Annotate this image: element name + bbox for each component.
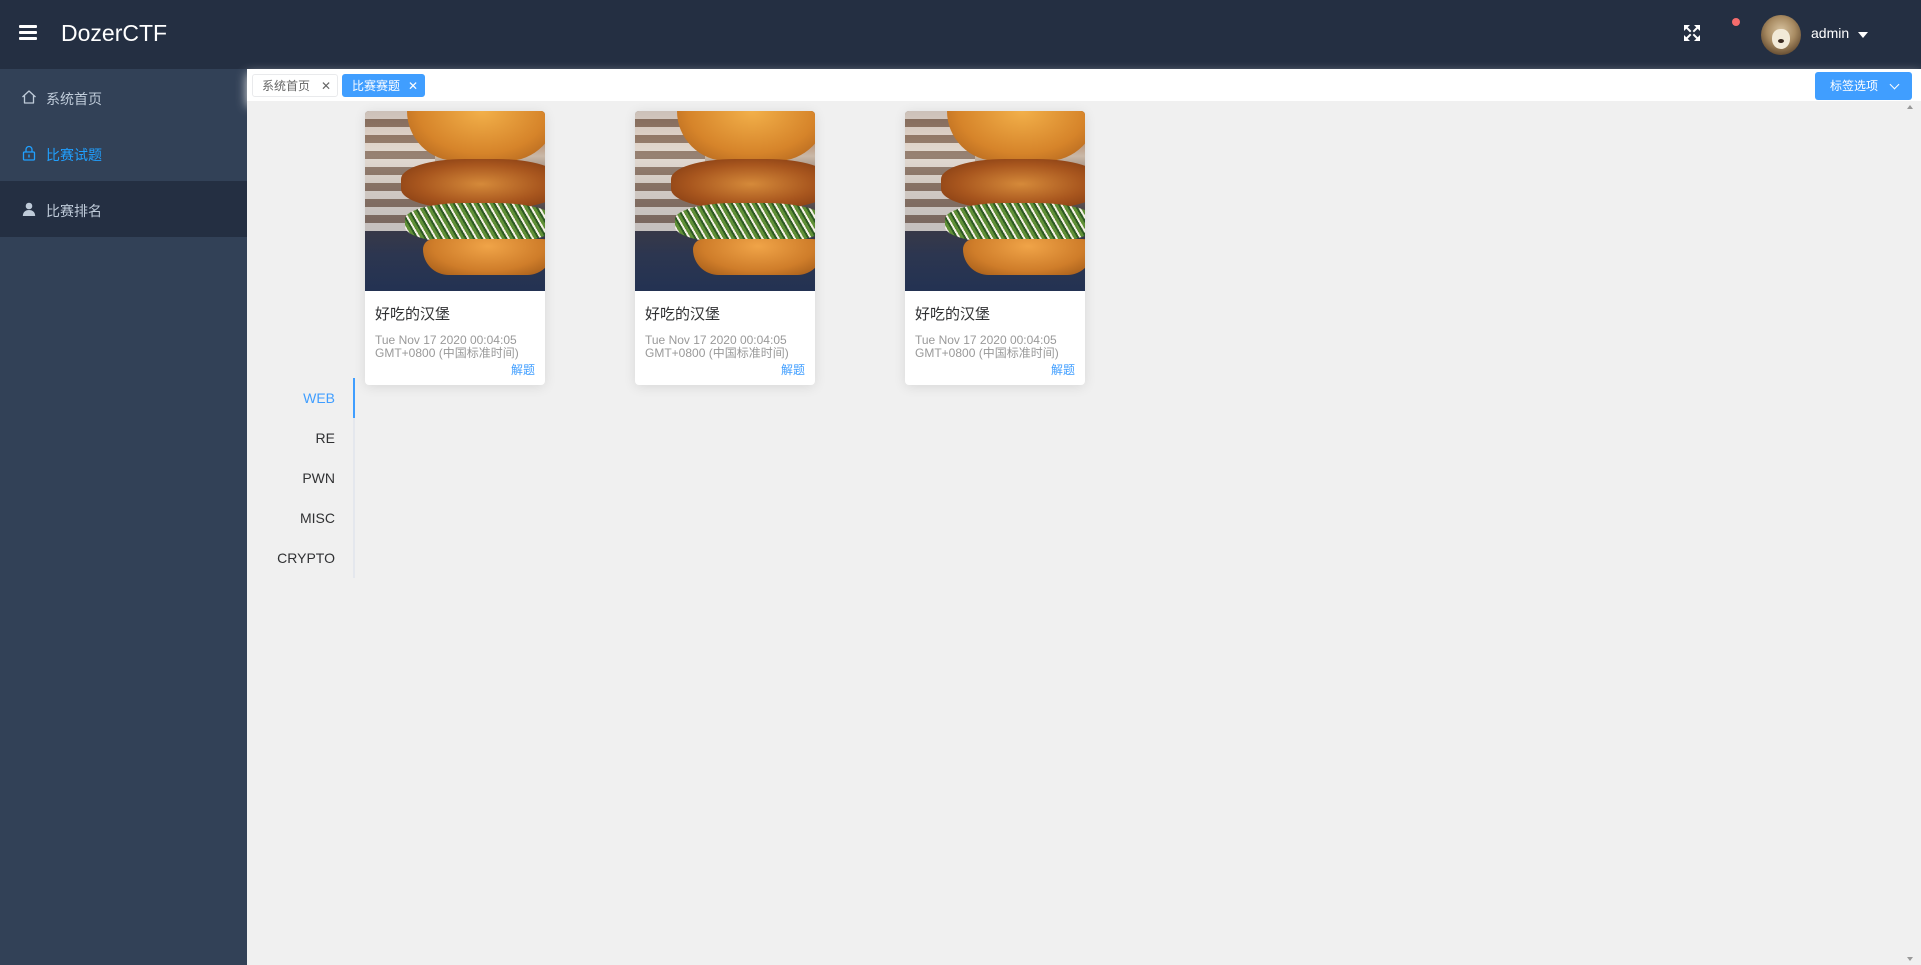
tag-challenges[interactable]: 比赛赛题 ✕ bbox=[342, 74, 425, 97]
sidebar: 系统首页 比赛试题 比赛排名 bbox=[0, 69, 247, 965]
lock-icon bbox=[22, 145, 36, 161]
challenge-title: 好吃的汉堡 bbox=[645, 306, 721, 323]
solve-link[interactable]: 解题 bbox=[1051, 361, 1075, 378]
challenge-title: 好吃的汉堡 bbox=[915, 306, 991, 323]
burger-image bbox=[905, 111, 1085, 291]
collapse-menu-icon[interactable] bbox=[19, 25, 37, 41]
tag-label: 系统首页 bbox=[262, 79, 311, 93]
tag-options-button[interactable]: 标签选项 bbox=[1815, 72, 1912, 100]
avatar[interactable] bbox=[1761, 15, 1801, 55]
category-active-indicator bbox=[353, 378, 355, 418]
sidebar-item-label: 比赛试题 bbox=[46, 147, 102, 163]
burger-image bbox=[635, 111, 815, 291]
scroll-down-arrow[interactable] bbox=[1907, 957, 1913, 961]
tab-pwn[interactable]: PWN bbox=[302, 470, 335, 486]
burger-image bbox=[365, 111, 545, 291]
sidebar-item-ranking[interactable]: 比赛排名 bbox=[0, 181, 247, 237]
tab-web[interactable]: WEB bbox=[303, 390, 335, 406]
challenge-card[interactable]: 好吃的汉堡 Tue Nov 17 2020 00:04:05 GMT+0800 … bbox=[365, 111, 545, 385]
sidebar-item-label: 系统首页 bbox=[46, 91, 102, 107]
challenge-title: 好吃的汉堡 bbox=[375, 306, 451, 323]
challenge-card[interactable]: 好吃的汉堡 Tue Nov 17 2020 00:04:05 GMT+0800 … bbox=[905, 111, 1085, 385]
tag-label: 比赛赛题 bbox=[352, 79, 401, 93]
challenge-time: Tue Nov 17 2020 00:04:05 GMT+0800 (中国标准时… bbox=[915, 333, 1059, 360]
solve-link[interactable]: 解题 bbox=[511, 361, 535, 378]
challenge-time: Tue Nov 17 2020 00:04:05 GMT+0800 (中国标准时… bbox=[375, 333, 519, 360]
user-icon bbox=[22, 202, 36, 216]
tags-bar: 系统首页 ✕ 比赛赛题 ✕ 标签选项 bbox=[247, 69, 1921, 101]
solve-link[interactable]: 解题 bbox=[781, 361, 805, 378]
category-tabs: WEB RE PWN MISC CRYPTO bbox=[265, 378, 355, 578]
tab-re[interactable]: RE bbox=[316, 430, 335, 446]
tag-home[interactable]: 系统首页 ✕ bbox=[252, 74, 338, 97]
close-icon[interactable]: ✕ bbox=[408, 75, 418, 98]
challenge-card[interactable]: 好吃的汉堡 Tue Nov 17 2020 00:04:05 GMT+0800 … bbox=[635, 111, 815, 385]
close-icon[interactable]: ✕ bbox=[321, 75, 331, 98]
sidebar-item-label: 比赛排名 bbox=[46, 203, 102, 219]
tab-crypto[interactable]: CRYPTO bbox=[277, 550, 335, 566]
app-title: DozerCTF bbox=[61, 20, 168, 46]
fullscreen-icon[interactable] bbox=[1683, 24, 1701, 42]
challenge-time: Tue Nov 17 2020 00:04:05 GMT+0800 (中国标准时… bbox=[645, 333, 789, 360]
tab-misc[interactable]: MISC bbox=[300, 510, 335, 526]
home-icon bbox=[22, 90, 36, 104]
tag-options-label: 标签选项 bbox=[1830, 79, 1879, 93]
user-name[interactable]: admin bbox=[1811, 25, 1849, 41]
top-header: DozerCTF admin bbox=[0, 0, 1921, 69]
sidebar-item-challenges[interactable]: 比赛试题 bbox=[0, 125, 247, 181]
chevron-down-icon bbox=[1889, 79, 1900, 90]
caret-down-icon[interactable] bbox=[1858, 32, 1868, 38]
sidebar-item-home[interactable]: 系统首页 bbox=[0, 69, 247, 125]
scroll-up-arrow[interactable] bbox=[1907, 105, 1913, 109]
main-content: WEB RE PWN MISC CRYPTO 好吃的汉堡 Tue Nov 17 … bbox=[247, 101, 1921, 965]
notification-badge[interactable] bbox=[1732, 18, 1740, 26]
